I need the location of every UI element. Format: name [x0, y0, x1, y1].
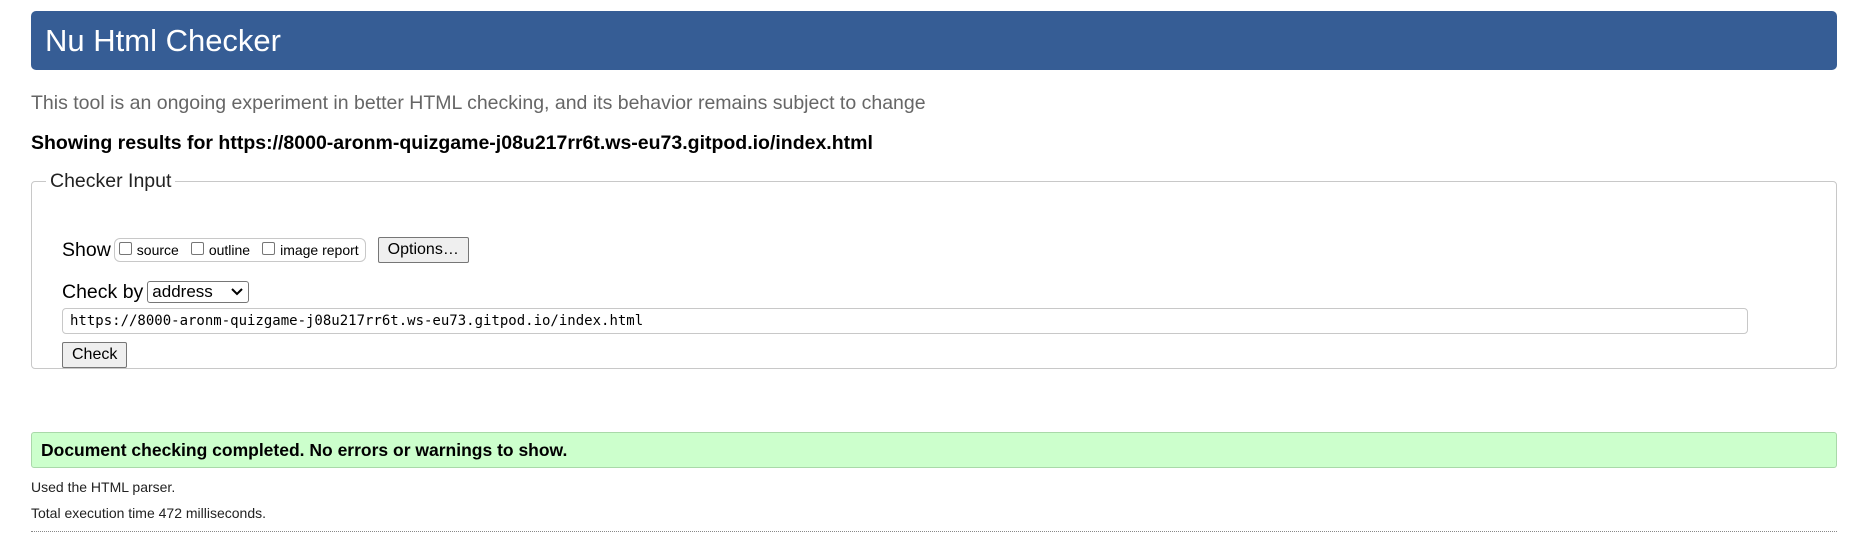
- show-outline-option[interactable]: outline: [190, 241, 251, 258]
- show-image-report-option[interactable]: image report: [262, 241, 359, 258]
- show-options-group: source outline image report: [113, 238, 366, 262]
- check-button-wrap: Check: [62, 342, 128, 368]
- options-button[interactable]: Options…: [377, 237, 469, 263]
- showing-results-heading: Showing results for https://8000-aronm-q…: [31, 132, 873, 154]
- check-button[interactable]: Check: [62, 342, 128, 368]
- checker-input-fieldset: Checker Input Show source outline image …: [31, 170, 1837, 369]
- url-input[interactable]: https://8000-aronm-quizgame-j08u217rr6t.…: [62, 308, 1748, 334]
- outline-option-label: outline: [208, 242, 251, 258]
- check-by-label: Check by: [62, 280, 144, 303]
- parser-info: Used the HTML parser.: [31, 479, 176, 495]
- page-title: Nu Html Checker: [45, 22, 281, 58]
- outline-checkbox[interactable]: [190, 241, 204, 255]
- page-header: Nu Html Checker: [31, 11, 1837, 70]
- show-options-row: Show source outline image report Options…: [62, 235, 469, 265]
- image-report-checkbox[interactable]: [262, 241, 276, 255]
- intro-text: This tool is an ongoing experiment in be…: [31, 92, 926, 114]
- chevron-down-icon: [231, 286, 244, 298]
- checker-page: Nu Html Checker This tool is an ongoing …: [0, 0, 1858, 539]
- checker-input-legend: Checker Input: [50, 170, 172, 192]
- dotted-divider: [31, 531, 1837, 532]
- success-message: Document checking completed. No errors o…: [31, 432, 1837, 468]
- execution-time-info: Total execution time 472 milliseconds.: [31, 505, 267, 521]
- show-source-option[interactable]: source: [118, 241, 179, 258]
- check-by-selected-value: address: [152, 282, 213, 301]
- check-by-select[interactable]: address: [147, 281, 250, 303]
- source-checkbox[interactable]: [118, 241, 132, 255]
- image-report-option-label: image report: [280, 242, 359, 258]
- source-option-label: source: [136, 242, 179, 258]
- check-by-row: Check by address: [62, 279, 250, 305]
- show-label: Show: [62, 238, 111, 261]
